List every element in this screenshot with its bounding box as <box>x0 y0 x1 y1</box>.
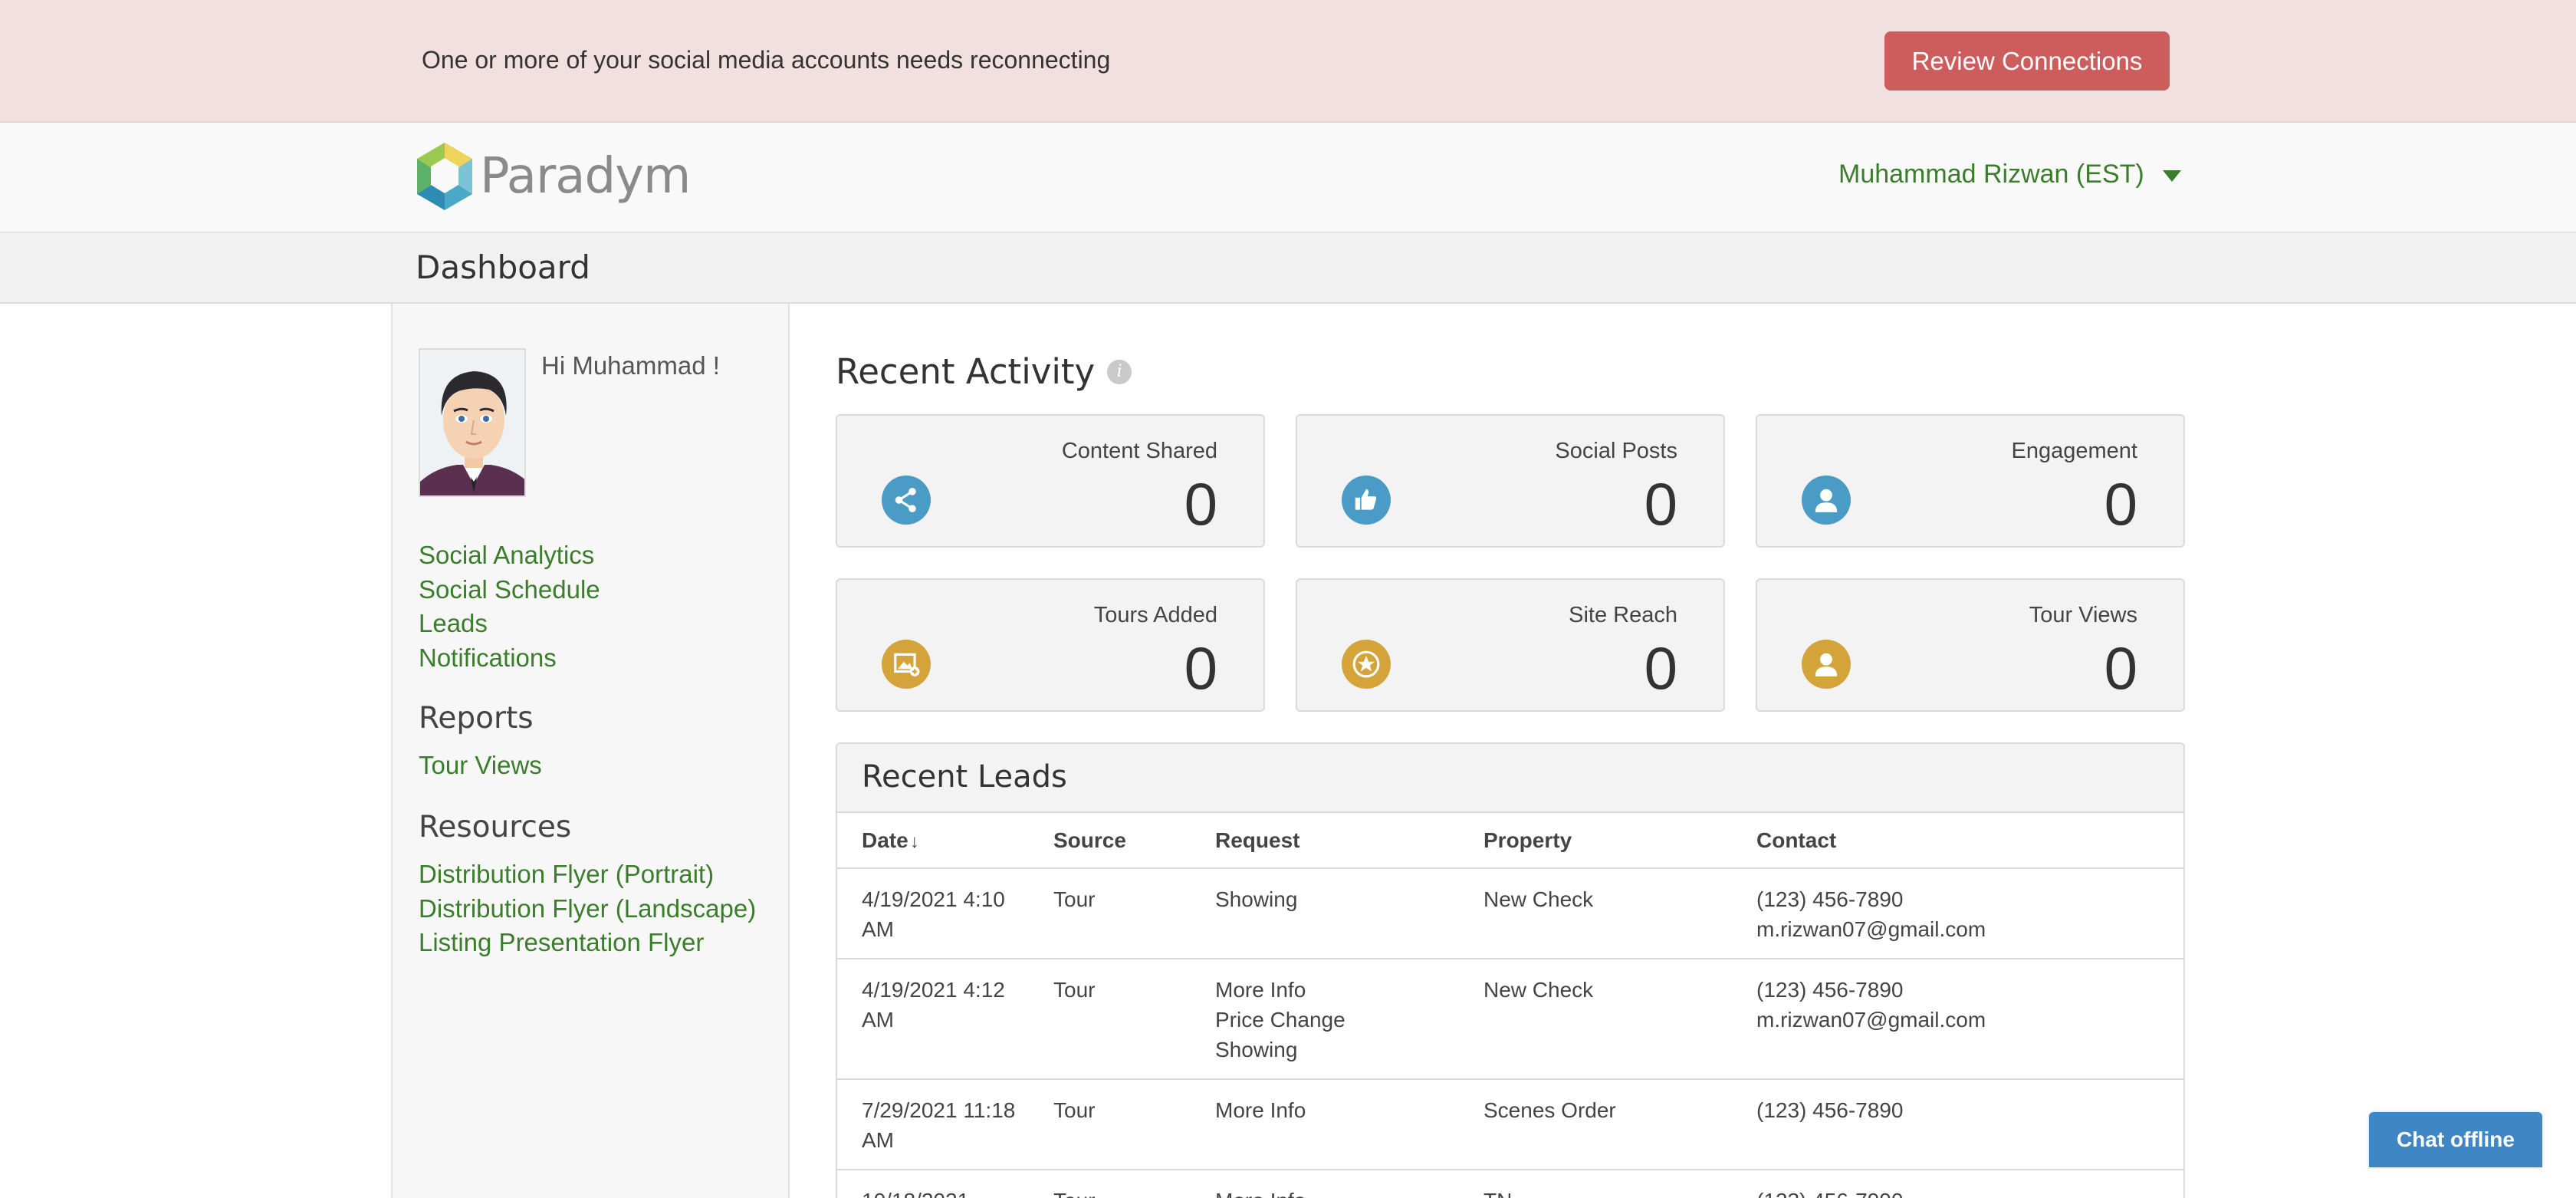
caret-down-icon <box>2162 170 2181 182</box>
table-row[interactable]: 10/18/2021 Tour More Info TN (123) 456-7… <box>837 1170 2183 1198</box>
cell-request: Showing <box>1191 868 1459 959</box>
chat-offline-button[interactable]: Chat offline <box>2369 1112 2542 1167</box>
card-value: 0 <box>1644 634 1677 702</box>
alert-message: One or more of your social media account… <box>422 46 1111 74</box>
cell-contact: (123) 456-7990 <box>1732 1170 2183 1198</box>
card-label: Content Shared <box>1061 439 1217 463</box>
column-header-source[interactable]: Source <box>1029 813 1191 869</box>
stat-card-content-shared: Content Shared 0 <box>836 414 1265 548</box>
table-row[interactable]: 4/19/2021 4:10 AM Tour Showing New Check … <box>837 868 2183 959</box>
resources-list: Distribution Flyer (Portrait) Distributi… <box>419 857 756 960</box>
cell-date: 4/19/2021 4:10 AM <box>837 868 1029 959</box>
cell-contact: (123) 456-7890 m.rizwan07@gmail.com <box>1732 959 2183 1080</box>
logo-text: Paradym <box>480 148 691 205</box>
sidebar-item-notifications[interactable]: Notifications <box>419 641 600 676</box>
avatar <box>419 348 526 497</box>
table-row[interactable]: 4/19/2021 4:12 AM Tour More Info Price Cha… <box>837 959 2183 1080</box>
paradym-hexagon-icon <box>417 143 472 210</box>
recent-activity-title: Recent Activity i <box>836 351 1132 392</box>
resources-heading: Resources <box>419 810 572 844</box>
cell-request: More Info <box>1191 1170 1459 1198</box>
sidebar-item-social-schedule[interactable]: Social Schedule <box>419 573 600 607</box>
stat-card-site-reach: Site Reach 0 <box>1296 578 1725 712</box>
cell-contact: (123) 456-7890 m.rizwan07@gmail.com <box>1732 868 2183 959</box>
page-title: Dashboard <box>416 248 590 286</box>
sidebar-item-social-analytics[interactable]: Social Analytics <box>419 538 600 573</box>
share-icon <box>882 476 931 525</box>
card-value: 0 <box>1184 634 1217 702</box>
card-label: Engagement <box>2011 439 2137 463</box>
page-title-bar: Dashboard <box>0 233 2576 304</box>
sidebar-item-flyer-portrait[interactable]: Distribution Flyer (Portrait) <box>419 857 756 892</box>
cell-date: 10/18/2021 <box>837 1170 1029 1198</box>
recent-leads-title: Recent Leads <box>862 759 1067 795</box>
user-icon <box>1802 476 1851 525</box>
leads-table: Date↓ Source Request Property Contact 4/… <box>837 813 2183 1198</box>
sidebar-item-tour-views[interactable]: Tour Views <box>419 749 542 783</box>
recent-activity-label: Recent Activity <box>836 351 1096 392</box>
cell-source: Tour <box>1029 959 1191 1080</box>
paradym-logo[interactable]: Paradym <box>414 140 691 213</box>
review-connections-button[interactable]: Review Connections <box>1884 31 2170 91</box>
sidebar: Hi Muhammad ! Social Analytics Social Sc… <box>391 304 790 1198</box>
column-header-property[interactable]: Property <box>1459 813 1732 869</box>
info-icon[interactable]: i <box>1107 359 1132 384</box>
reconnect-alert-banner: One or more of your social media account… <box>0 0 2576 123</box>
app-header: Paradym Muhammad Rizwan (EST) <box>0 123 2576 233</box>
card-value: 0 <box>1184 470 1217 538</box>
column-header-contact[interactable]: Contact <box>1732 813 2183 869</box>
column-header-request[interactable]: Request <box>1191 813 1459 869</box>
cell-contact: (123) 456-7890 <box>1732 1079 2183 1170</box>
card-label: Site Reach <box>1569 603 1677 627</box>
cell-property: Scenes Order <box>1459 1079 1732 1170</box>
thumbs-up-icon <box>1342 476 1391 525</box>
table-row[interactable]: 7/29/2021 11:18 AM Tour More Info Scenes … <box>837 1079 2183 1170</box>
reports-list: Tour Views <box>419 749 542 783</box>
sidebar-item-listing-presentation-flyer[interactable]: Listing Presentation Flyer <box>419 926 756 960</box>
sidebar-item-flyer-landscape[interactable]: Distribution Flyer (Landscape) <box>419 892 756 926</box>
cell-request: More Info <box>1191 1079 1459 1170</box>
cell-date: 4/19/2021 4:12 AM <box>837 959 1029 1080</box>
table-header-row: Date↓ Source Request Property Contact <box>837 813 2183 869</box>
sidebar-nav: Social Analytics Social Schedule Leads N… <box>419 538 600 675</box>
card-value: 0 <box>2104 634 2137 702</box>
recent-leads-panel: Recent Leads Date↓ Source Request Proper… <box>836 742 2185 1198</box>
stat-card-social-posts: Social Posts 0 <box>1296 414 1725 548</box>
sort-down-icon: ↓ <box>909 831 919 852</box>
user-menu[interactable]: Muhammad Rizwan (EST) <box>1838 160 2181 189</box>
star-icon <box>1342 640 1391 689</box>
cell-source: Tour <box>1029 1079 1191 1170</box>
page: One or more of your social media account… <box>0 0 2576 1198</box>
cell-source: Tour <box>1029 868 1191 959</box>
reports-heading: Reports <box>419 701 534 736</box>
greeting-text: Hi Muhammad ! <box>541 351 720 380</box>
card-label: Social Posts <box>1555 439 1677 463</box>
sidebar-item-leads[interactable]: Leads <box>419 607 600 641</box>
avatar-icon <box>420 350 524 495</box>
column-header-date[interactable]: Date↓ <box>837 813 1029 869</box>
cell-property: New Check <box>1459 959 1732 1080</box>
card-label: Tours Added <box>1093 603 1217 627</box>
card-value: 0 <box>2104 470 2137 538</box>
cell-source: Tour <box>1029 1170 1191 1198</box>
cell-date: 7/29/2021 11:18 AM <box>837 1079 1029 1170</box>
card-value: 0 <box>1644 470 1677 538</box>
card-label: Tour Views <box>2029 603 2137 627</box>
image-add-icon <box>882 640 931 689</box>
cell-request: More Info Price Change Showing <box>1191 959 1459 1080</box>
cell-property: New Check <box>1459 868 1732 959</box>
stat-card-engagement: Engagement 0 <box>1756 414 2185 548</box>
recent-leads-header: Recent Leads <box>837 744 2183 813</box>
stat-card-tours-added: Tours Added 0 <box>836 578 1265 712</box>
user-name: Muhammad Rizwan (EST) <box>1838 160 2144 189</box>
stat-card-tour-views: Tour Views 0 <box>1756 578 2185 712</box>
cell-property: TN <box>1459 1170 1732 1198</box>
user-icon <box>1802 640 1851 689</box>
